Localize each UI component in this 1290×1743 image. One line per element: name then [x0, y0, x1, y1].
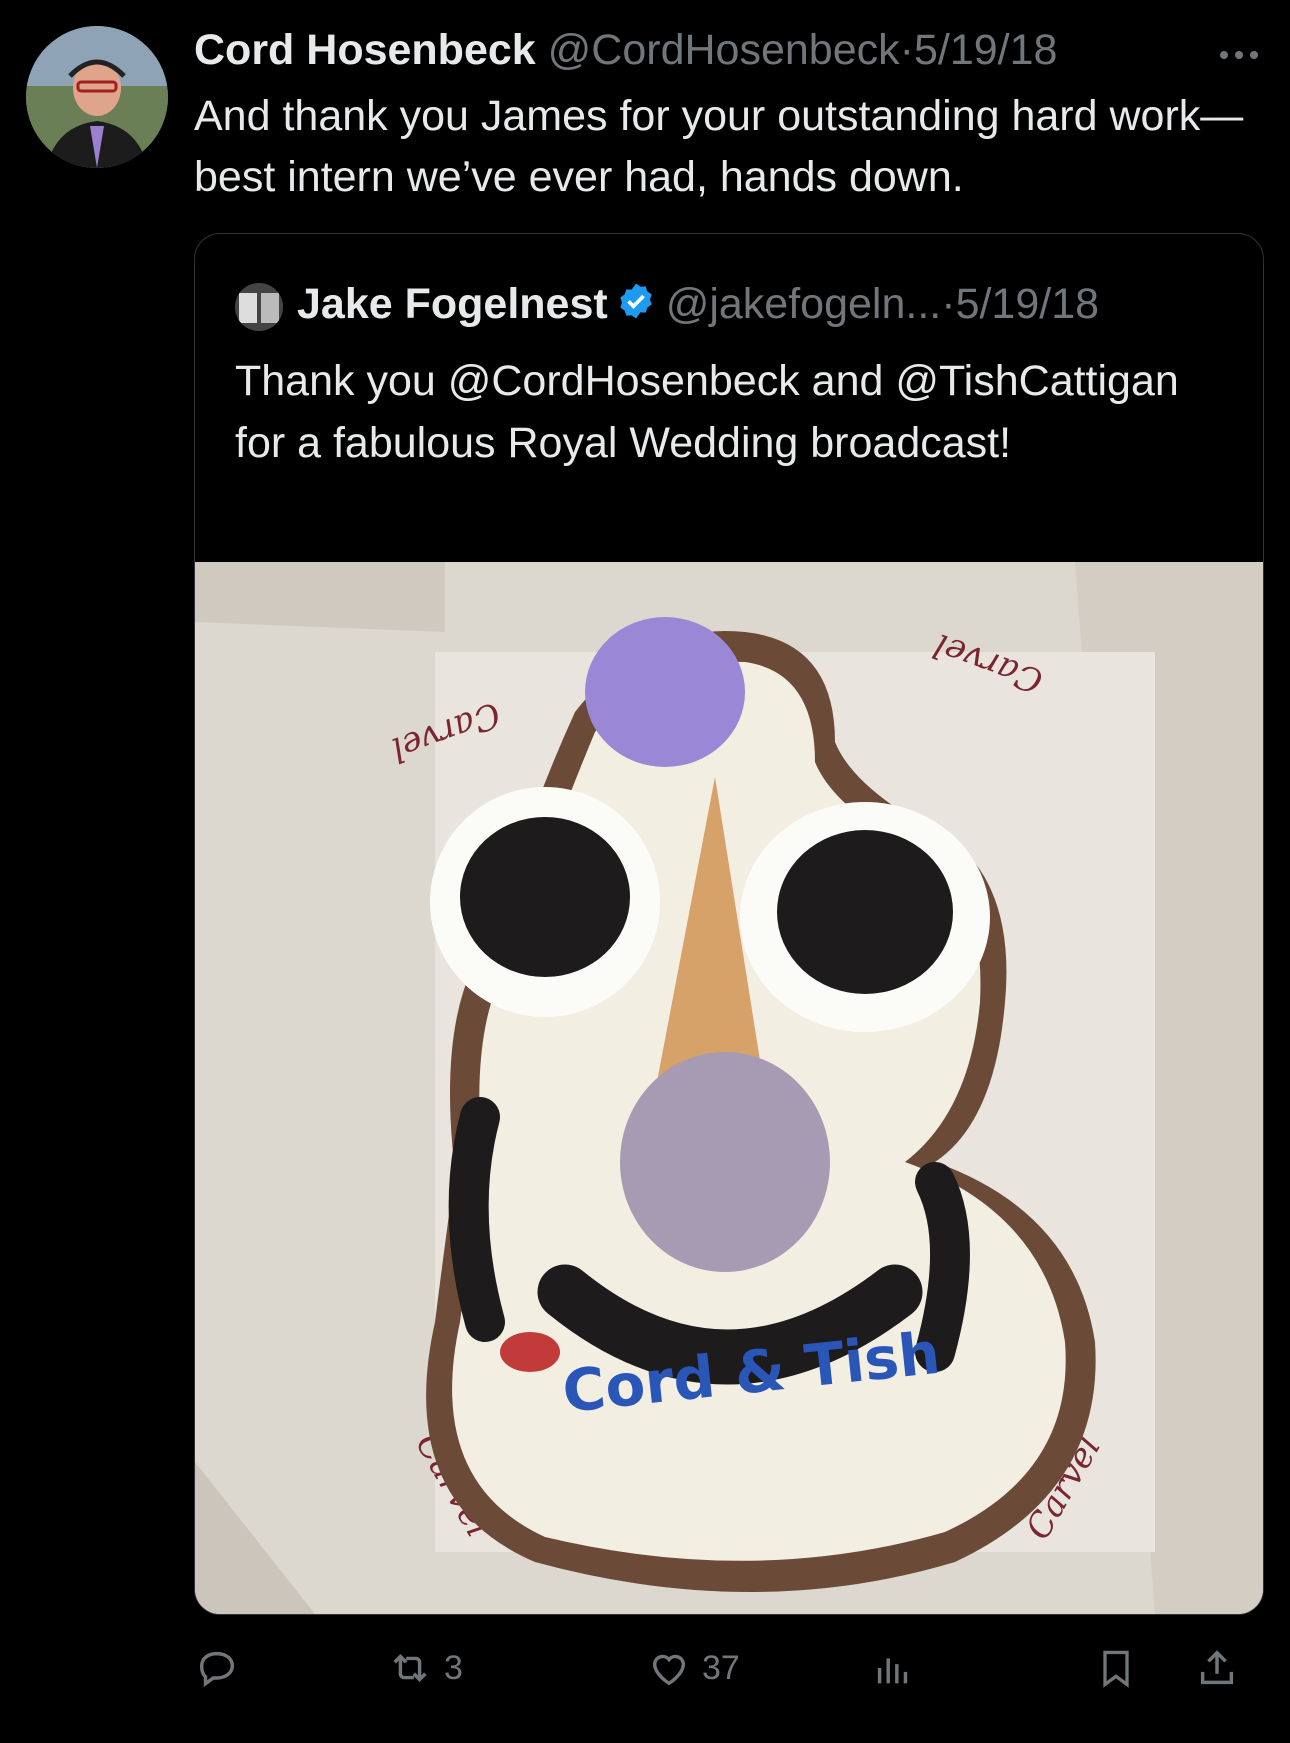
- quoted-author-name[interactable]: Jake Fogelnest: [297, 280, 608, 328]
- tweet-text: And thank you James for your outstanding…: [194, 92, 1244, 201]
- author-handle[interactable]: @CordHosenbeck: [548, 26, 900, 74]
- reply-icon: [199, 1651, 235, 1688]
- like-button[interactable]: 37: [646, 1636, 740, 1700]
- retweet-count: 3: [444, 1648, 463, 1687]
- views-icon: [877, 1658, 908, 1684]
- views-button[interactable]: [870, 1636, 916, 1700]
- share-button[interactable]: [1194, 1636, 1240, 1700]
- quoted-date[interactable]: 5/19/18: [956, 280, 1099, 328]
- tweet-header: Cord Hosenbeck @CordHosenbeck·5/19/18: [194, 22, 1260, 78]
- share-icon: [1200, 1650, 1234, 1685]
- like-count: 37: [702, 1648, 740, 1687]
- quoted-author-handle[interactable]: @jakefogeln...: [666, 280, 942, 328]
- quoted-avatar[interactable]: [235, 282, 283, 331]
- cake-photo: Carvel Carvel Carvel Carvel Cord & Tish: [195, 562, 1263, 1614]
- action-bar: 3 37: [194, 1636, 1262, 1700]
- verified-badge-icon: [616, 277, 656, 337]
- more-icon[interactable]: [1218, 28, 1260, 68]
- author-avatar[interactable]: [26, 26, 168, 168]
- retweet-button[interactable]: 3: [386, 1636, 463, 1700]
- separator-dot: ·: [941, 280, 956, 328]
- quoted-media-image[interactable]: Carvel Carvel Carvel Carvel Cord & Tish: [195, 562, 1263, 1614]
- bookmark-icon: [1103, 1650, 1129, 1688]
- quoted-header: Jake Fogelnest @jakefogeln...·5/19/18: [235, 274, 1235, 334]
- separator-dot: ·: [899, 26, 914, 74]
- author-photo: [26, 26, 168, 168]
- retweet-icon: [393, 1654, 427, 1682]
- reply-button[interactable]: [194, 1636, 240, 1700]
- bookmark-button[interactable]: [1094, 1636, 1138, 1700]
- heart-icon: [652, 1654, 686, 1686]
- quoted-text: Thank you @CordHosenbeck and @TishCattig…: [235, 357, 1179, 467]
- tweet-date[interactable]: 5/19/18: [914, 26, 1057, 74]
- quoted-tweet[interactable]: Jake Fogelnest @jakefogeln...·5/19/18 Th…: [194, 233, 1264, 1615]
- author-name[interactable]: Cord Hosenbeck: [194, 26, 536, 74]
